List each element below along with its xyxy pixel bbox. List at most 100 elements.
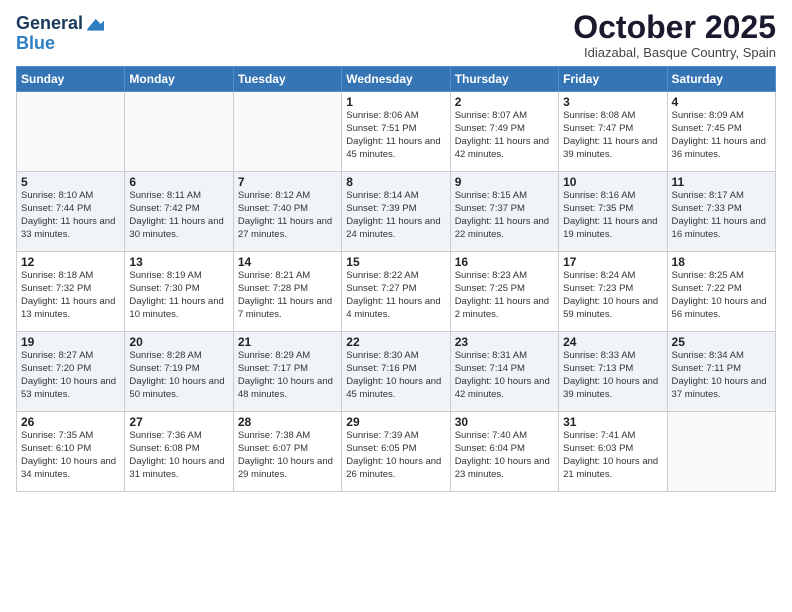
day-info: Sunrise: 8:07 AMSunset: 7:49 PMDaylight:… xyxy=(455,110,554,161)
day-number: 6 xyxy=(129,175,228,189)
logo-icon xyxy=(84,14,104,34)
day-info: Sunrise: 8:19 AMSunset: 7:30 PMDaylight:… xyxy=(129,270,228,321)
day-number: 22 xyxy=(346,335,445,349)
calendar-week-2: 5Sunrise: 8:10 AMSunset: 7:44 PMDaylight… xyxy=(17,172,776,252)
calendar-cell: 17Sunrise: 8:24 AMSunset: 7:23 PMDayligh… xyxy=(559,252,667,332)
calendar-cell: 28Sunrise: 7:38 AMSunset: 6:07 PMDayligh… xyxy=(233,412,341,492)
day-info: Sunrise: 8:31 AMSunset: 7:14 PMDaylight:… xyxy=(455,350,554,401)
calendar-table: SundayMondayTuesdayWednesdayThursdayFrid… xyxy=(16,66,776,492)
day-number: 18 xyxy=(672,255,771,269)
day-info: Sunrise: 8:21 AMSunset: 7:28 PMDaylight:… xyxy=(238,270,337,321)
day-number: 9 xyxy=(455,175,554,189)
day-info: Sunrise: 8:28 AMSunset: 7:19 PMDaylight:… xyxy=(129,350,228,401)
logo-text-general: General xyxy=(16,14,83,34)
day-number: 8 xyxy=(346,175,445,189)
calendar-cell: 25Sunrise: 8:34 AMSunset: 7:11 PMDayligh… xyxy=(667,332,775,412)
day-number: 12 xyxy=(21,255,120,269)
day-number: 11 xyxy=(672,175,771,189)
day-info: Sunrise: 8:17 AMSunset: 7:33 PMDaylight:… xyxy=(672,190,771,241)
calendar-week-5: 26Sunrise: 7:35 AMSunset: 6:10 PMDayligh… xyxy=(17,412,776,492)
calendar-cell: 29Sunrise: 7:39 AMSunset: 6:05 PMDayligh… xyxy=(342,412,450,492)
weekday-header-monday: Monday xyxy=(125,67,233,92)
weekday-header-friday: Friday xyxy=(559,67,667,92)
day-number: 23 xyxy=(455,335,554,349)
calendar-cell: 13Sunrise: 8:19 AMSunset: 7:30 PMDayligh… xyxy=(125,252,233,332)
day-number: 2 xyxy=(455,95,554,109)
month-title: October 2025 xyxy=(573,10,776,45)
calendar-cell: 14Sunrise: 8:21 AMSunset: 7:28 PMDayligh… xyxy=(233,252,341,332)
logo-text-blue: Blue xyxy=(16,33,55,53)
calendar-cell: 18Sunrise: 8:25 AMSunset: 7:22 PMDayligh… xyxy=(667,252,775,332)
day-info: Sunrise: 8:16 AMSunset: 7:35 PMDaylight:… xyxy=(563,190,662,241)
day-info: Sunrise: 8:11 AMSunset: 7:42 PMDaylight:… xyxy=(129,190,228,241)
calendar-cell xyxy=(125,92,233,172)
day-number: 5 xyxy=(21,175,120,189)
weekday-header-sunday: Sunday xyxy=(17,67,125,92)
day-number: 27 xyxy=(129,415,228,429)
calendar-cell: 8Sunrise: 8:14 AMSunset: 7:39 PMDaylight… xyxy=(342,172,450,252)
calendar-cell: 16Sunrise: 8:23 AMSunset: 7:25 PMDayligh… xyxy=(450,252,558,332)
day-info: Sunrise: 8:27 AMSunset: 7:20 PMDaylight:… xyxy=(21,350,120,401)
weekday-header-tuesday: Tuesday xyxy=(233,67,341,92)
day-number: 30 xyxy=(455,415,554,429)
calendar-cell: 9Sunrise: 8:15 AMSunset: 7:37 PMDaylight… xyxy=(450,172,558,252)
calendar-cell: 7Sunrise: 8:12 AMSunset: 7:40 PMDaylight… xyxy=(233,172,341,252)
calendar-cell: 4Sunrise: 8:09 AMSunset: 7:45 PMDaylight… xyxy=(667,92,775,172)
day-number: 7 xyxy=(238,175,337,189)
day-number: 25 xyxy=(672,335,771,349)
location-subtitle: Idiazabal, Basque Country, Spain xyxy=(573,45,776,60)
day-number: 31 xyxy=(563,415,662,429)
calendar-cell: 5Sunrise: 8:10 AMSunset: 7:44 PMDaylight… xyxy=(17,172,125,252)
day-number: 21 xyxy=(238,335,337,349)
calendar-cell: 22Sunrise: 8:30 AMSunset: 7:16 PMDayligh… xyxy=(342,332,450,412)
weekday-header-saturday: Saturday xyxy=(667,67,775,92)
day-number: 28 xyxy=(238,415,337,429)
calendar-week-3: 12Sunrise: 8:18 AMSunset: 7:32 PMDayligh… xyxy=(17,252,776,332)
calendar-cell: 6Sunrise: 8:11 AMSunset: 7:42 PMDaylight… xyxy=(125,172,233,252)
day-info: Sunrise: 8:22 AMSunset: 7:27 PMDaylight:… xyxy=(346,270,445,321)
calendar-cell: 24Sunrise: 8:33 AMSunset: 7:13 PMDayligh… xyxy=(559,332,667,412)
calendar-cell: 10Sunrise: 8:16 AMSunset: 7:35 PMDayligh… xyxy=(559,172,667,252)
day-number: 24 xyxy=(563,335,662,349)
day-number: 16 xyxy=(455,255,554,269)
calendar-cell: 19Sunrise: 8:27 AMSunset: 7:20 PMDayligh… xyxy=(17,332,125,412)
day-info: Sunrise: 8:34 AMSunset: 7:11 PMDaylight:… xyxy=(672,350,771,401)
calendar-cell: 20Sunrise: 8:28 AMSunset: 7:19 PMDayligh… xyxy=(125,332,233,412)
day-info: Sunrise: 8:33 AMSunset: 7:13 PMDaylight:… xyxy=(563,350,662,401)
calendar-cell: 11Sunrise: 8:17 AMSunset: 7:33 PMDayligh… xyxy=(667,172,775,252)
day-info: Sunrise: 7:35 AMSunset: 6:10 PMDaylight:… xyxy=(21,430,120,481)
day-info: Sunrise: 8:08 AMSunset: 7:47 PMDaylight:… xyxy=(563,110,662,161)
calendar-cell: 15Sunrise: 8:22 AMSunset: 7:27 PMDayligh… xyxy=(342,252,450,332)
day-number: 20 xyxy=(129,335,228,349)
day-number: 26 xyxy=(21,415,120,429)
calendar-cell xyxy=(233,92,341,172)
calendar-cell: 26Sunrise: 7:35 AMSunset: 6:10 PMDayligh… xyxy=(17,412,125,492)
calendar-cell: 1Sunrise: 8:06 AMSunset: 7:51 PMDaylight… xyxy=(342,92,450,172)
title-block: October 2025 Idiazabal, Basque Country, … xyxy=(573,10,776,60)
calendar-cell: 23Sunrise: 8:31 AMSunset: 7:14 PMDayligh… xyxy=(450,332,558,412)
day-info: Sunrise: 8:09 AMSunset: 7:45 PMDaylight:… xyxy=(672,110,771,161)
calendar-cell: 31Sunrise: 7:41 AMSunset: 6:03 PMDayligh… xyxy=(559,412,667,492)
day-info: Sunrise: 7:36 AMSunset: 6:08 PMDaylight:… xyxy=(129,430,228,481)
day-info: Sunrise: 8:15 AMSunset: 7:37 PMDaylight:… xyxy=(455,190,554,241)
day-number: 14 xyxy=(238,255,337,269)
day-info: Sunrise: 8:18 AMSunset: 7:32 PMDaylight:… xyxy=(21,270,120,321)
day-number: 1 xyxy=(346,95,445,109)
weekday-header-row: SundayMondayTuesdayWednesdayThursdayFrid… xyxy=(17,67,776,92)
day-info: Sunrise: 8:23 AMSunset: 7:25 PMDaylight:… xyxy=(455,270,554,321)
day-number: 29 xyxy=(346,415,445,429)
calendar-cell: 21Sunrise: 8:29 AMSunset: 7:17 PMDayligh… xyxy=(233,332,341,412)
calendar-cell: 2Sunrise: 8:07 AMSunset: 7:49 PMDaylight… xyxy=(450,92,558,172)
weekday-header-thursday: Thursday xyxy=(450,67,558,92)
day-number: 4 xyxy=(672,95,771,109)
weekday-header-wednesday: Wednesday xyxy=(342,67,450,92)
calendar-cell: 12Sunrise: 8:18 AMSunset: 7:32 PMDayligh… xyxy=(17,252,125,332)
day-info: Sunrise: 8:25 AMSunset: 7:22 PMDaylight:… xyxy=(672,270,771,321)
day-info: Sunrise: 8:29 AMSunset: 7:17 PMDaylight:… xyxy=(238,350,337,401)
calendar-week-1: 1Sunrise: 8:06 AMSunset: 7:51 PMDaylight… xyxy=(17,92,776,172)
calendar-cell xyxy=(667,412,775,492)
day-number: 3 xyxy=(563,95,662,109)
day-info: Sunrise: 7:38 AMSunset: 6:07 PMDaylight:… xyxy=(238,430,337,481)
day-info: Sunrise: 8:10 AMSunset: 7:44 PMDaylight:… xyxy=(21,190,120,241)
day-info: Sunrise: 8:14 AMSunset: 7:39 PMDaylight:… xyxy=(346,190,445,241)
